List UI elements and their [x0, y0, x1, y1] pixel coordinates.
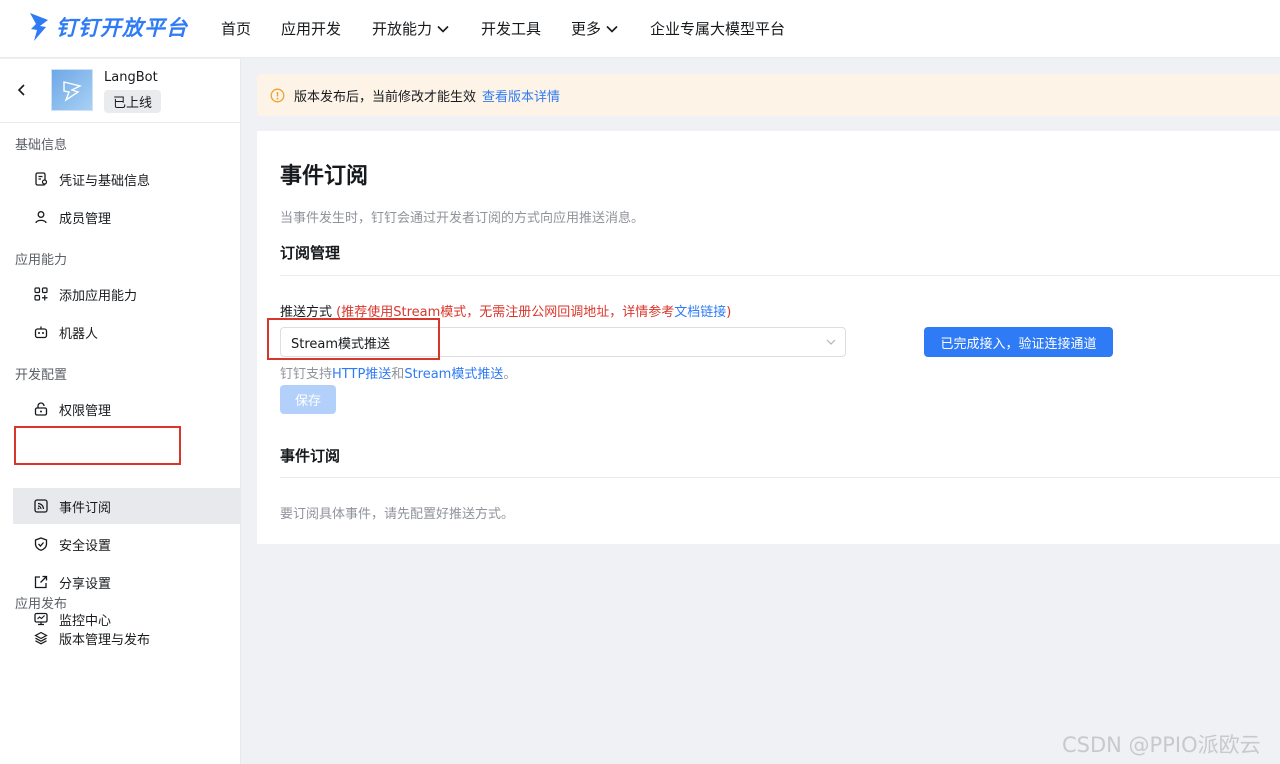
app-status-badge: 已上线: [104, 90, 162, 113]
info-circle-icon: [270, 88, 285, 102]
user-icon: [34, 210, 48, 224]
nav-item-app-dev[interactable]: 应用开发: [281, 18, 341, 39]
brand-logo[interactable]: 钉钉开放平台: [28, 10, 188, 44]
nav-label: 应用开发: [281, 20, 342, 38]
sidebar-item-label: 成员管理: [59, 211, 112, 227]
chevron-down-icon: [437, 25, 449, 33]
share-icon: [34, 575, 48, 589]
save-button[interactable]: 保存: [280, 385, 336, 414]
lock-icon: [34, 402, 48, 416]
highlight-box-push-mode: [267, 318, 440, 360]
support-and: 和: [391, 367, 405, 382]
watermark: CSDN @PPIO派欧云: [1062, 733, 1261, 757]
sidebar-item-version-release[interactable]: 版本管理与发布: [13, 620, 241, 656]
notice-bar: 版本发布后，当前修改才能生效 查看版本详情: [257, 74, 1280, 116]
sidebar-item-label: 安全设置: [59, 538, 112, 554]
page-description: 当事件发生时，钉钉会通过开发者订阅的方式向应用推送消息。: [280, 211, 645, 226]
sidebar-item-label: 凭证与基础信息: [59, 173, 151, 189]
push-hint-suffix: ): [726, 305, 732, 320]
sidebar-item-label: 权限管理: [59, 403, 112, 419]
rss-icon: [34, 499, 48, 513]
chevron-down-icon: [606, 25, 618, 33]
nav-label: 企业专属大模型平台: [650, 20, 786, 38]
divider: [280, 275, 1280, 276]
divider: [280, 477, 1280, 478]
sidebar-group-app-release: 应用发布: [15, 597, 68, 612]
nav-label: 开放能力: [372, 20, 433, 38]
nav-item-dev-tools[interactable]: 开发工具: [481, 18, 541, 39]
sidebar-group-app-capabilities: 应用能力: [15, 253, 68, 268]
app-header: LangBot 已上线: [0, 59, 240, 123]
page-title: 事件订阅: [280, 164, 369, 189]
empty-events-hint: 要订阅具体事件，请先配置好推送方式。: [280, 507, 515, 522]
http-push-link[interactable]: HTTP推送: [332, 367, 391, 382]
verify-connection-button[interactable]: 已完成接入，验证连接通道: [924, 327, 1113, 357]
nav-item-open-capabilities[interactable]: 开放能力: [372, 18, 449, 39]
dingtalk-logo-icon: [30, 13, 48, 41]
credential-icon: [34, 172, 48, 186]
sidebar-item-permissions[interactable]: 权限管理: [13, 391, 241, 427]
app-logo-icon: [63, 81, 83, 102]
top-navigation-bar: 钉钉开放平台 首页 应用开发 开放能力 开发工具 更多 企业专属大模型平台: [0, 0, 1280, 58]
notice-text: 版本发布后，当前修改才能生效: [294, 89, 477, 105]
sidebar-item-members[interactable]: 成员管理: [13, 199, 241, 235]
app-avatar: [51, 69, 93, 111]
section-title-events: 事件订阅: [280, 447, 341, 465]
view-version-details-link[interactable]: 查看版本详情: [482, 86, 560, 105]
sidebar-item-event-subscription[interactable]: 事件订阅: [13, 488, 241, 524]
sidebar-item-label: 版本管理与发布: [59, 632, 151, 648]
sidebar-group-basic-info: 基础信息: [15, 138, 68, 153]
sidebar-item-label: 添加应用能力: [59, 288, 138, 304]
sidebar: LangBot 已上线 基础信息 凭证与基础信息 成员管理 应用能力 添加应用能…: [0, 59, 241, 764]
support-prefix: 钉钉支持: [280, 367, 333, 382]
sidebar-group-dev-config: 开发配置: [15, 368, 68, 383]
highlight-box-sidebar: [14, 426, 181, 465]
shield-icon: [34, 537, 48, 551]
layers-icon: [34, 631, 48, 645]
doc-link[interactable]: 文档链接: [674, 305, 726, 320]
sidebar-item-robot[interactable]: 机器人: [13, 314, 241, 350]
nav-item-enterprise-llm[interactable]: 企业专属大模型平台: [650, 18, 785, 39]
sidebar-item-security[interactable]: 安全设置: [13, 526, 241, 562]
app-name: LangBot: [104, 70, 158, 85]
nav-item-home[interactable]: 首页: [221, 18, 251, 39]
stream-push-link[interactable]: Stream模式推送: [404, 367, 503, 382]
nav-label: 更多: [571, 20, 602, 38]
robot-icon: [34, 325, 48, 339]
brand-name: 钉钉开放平台: [56, 16, 188, 40]
chevron-down-icon: [826, 339, 836, 345]
section-title-subscription: 订阅管理: [280, 244, 341, 262]
sidebar-item-add-capability[interactable]: 添加应用能力: [13, 276, 241, 312]
back-arrow-icon[interactable]: [14, 82, 30, 98]
sidebar-item-label: 事件订阅: [59, 500, 112, 516]
push-support-text: 钉钉支持HTTP推送和Stream模式推送。: [280, 363, 516, 382]
nav-label: 开发工具: [481, 20, 542, 38]
sidebar-item-credentials[interactable]: 凭证与基础信息: [13, 161, 241, 197]
support-suffix: 。: [503, 367, 517, 382]
apps-add-icon: [34, 287, 48, 301]
nav-label: 首页: [221, 20, 252, 38]
sidebar-item-label: 机器人: [59, 326, 99, 342]
sidebar-item-label: 分享设置: [59, 576, 112, 592]
nav-item-more[interactable]: 更多: [571, 18, 618, 39]
